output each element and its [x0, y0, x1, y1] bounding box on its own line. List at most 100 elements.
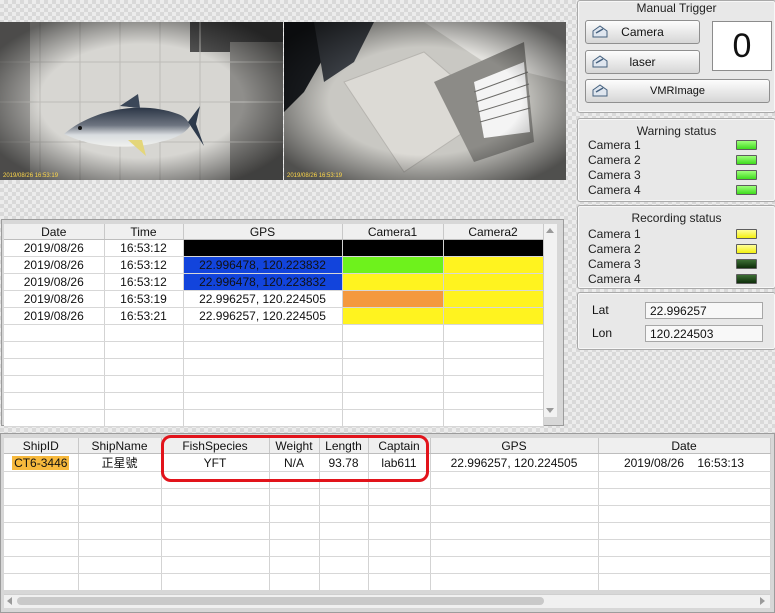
cell-time: 16:53:12 [104, 273, 184, 291]
recording-camera-4-indicator [736, 274, 757, 284]
header-weight[interactable]: Weight [269, 438, 320, 454]
header-shipname[interactable]: ShipName [78, 438, 162, 454]
event-table-header: Date Time GPS Camera1 Camera2 [4, 224, 544, 240]
header-date[interactable]: Date [598, 438, 771, 454]
laser-trigger-button[interactable]: laser [585, 50, 700, 74]
recording-status-panel: Recording status Camera 1 Camera 2 Camer… [577, 205, 775, 289]
lat-field[interactable]: 22.996257 [645, 302, 763, 319]
table-row[interactable] [4, 539, 771, 557]
catch-table: ShipID ShipName FishSpecies Weight Lengt… [4, 438, 771, 591]
header-gps[interactable]: GPS [183, 224, 343, 240]
cell-shipname: 正星號 [78, 453, 162, 472]
recording-camera-3-label: Camera 3 [588, 257, 641, 271]
recording-status-title: Recording status [631, 211, 722, 225]
cell-camera2-status [443, 256, 544, 274]
scroll-right-icon[interactable] [760, 597, 765, 605]
cell-camera2-status [443, 290, 544, 308]
recording-camera-3-indicator [736, 259, 757, 269]
camera-1-view: 2019/08/26 16:53:19 [0, 22, 283, 180]
shipid-value: CT6-3446 [12, 455, 70, 470]
recording-camera-1-label: Camera 1 [588, 227, 641, 241]
cell-gps: 22.996478, 120.223832 [183, 256, 343, 274]
manual-trigger-title: Manual Trigger [636, 1, 717, 15]
table-row[interactable] [4, 375, 544, 393]
table-row[interactable]: 2019/08/26 16:53:12 22.996478, 120.22383… [4, 256, 544, 274]
cell-fishspecies: YFT [161, 453, 270, 472]
header-time[interactable]: Time [104, 224, 184, 240]
recording-camera-2-indicator [736, 244, 757, 254]
warning-camera-1-label: Camera 1 [588, 138, 641, 152]
warning-camera-3-label: Camera 3 [588, 168, 641, 182]
warning-camera-1-indicator [736, 140, 757, 150]
warning-camera-4-label: Camera 4 [588, 183, 641, 197]
warning-camera-2-indicator [736, 155, 757, 165]
recording-camera-2-label: Camera 2 [588, 242, 641, 256]
camera-2-image [284, 22, 566, 180]
cell-camera2-status [443, 273, 544, 291]
header-gps[interactable]: GPS [430, 438, 599, 454]
lat-label: Lat [592, 303, 609, 317]
hand-pointer-icon [592, 55, 608, 68]
camera-1-image [0, 22, 283, 180]
camera-2-view: 2019/08/26 16:53:19 [284, 22, 566, 180]
cell-date: 2019/08/26 16:53:13 [598, 453, 771, 472]
catch-table-header: ShipID ShipName FishSpecies Weight Lengt… [4, 438, 771, 454]
recording-camera-1-indicator [736, 229, 757, 239]
cell-date: 2019/08/26 [4, 239, 105, 257]
header-camera2[interactable]: Camera2 [443, 224, 544, 240]
cell-gps: 22.996257, 120.224505 [430, 453, 599, 472]
table-row[interactable]: 2019/08/26 16:53:12 [4, 239, 544, 257]
laser-trigger-label: laser [629, 55, 656, 69]
cell-camera2-status [443, 307, 544, 325]
cell-date: 2019/08/26 [4, 273, 105, 291]
table-row[interactable]: 2019/08/26 16:53:21 22.996257, 120.22450… [4, 307, 544, 325]
event-table-vertical-scrollbar[interactable] [543, 224, 557, 417]
vmrimage-button[interactable]: VMRImage [585, 79, 770, 103]
table-row[interactable] [4, 556, 771, 574]
header-captain[interactable]: Captain [368, 438, 431, 454]
table-row[interactable] [4, 341, 544, 359]
table-row[interactable] [4, 471, 771, 489]
table-row[interactable] [4, 522, 771, 540]
cell-camera1-status [342, 256, 444, 274]
camera-1-timestamp: 2019/08/26 16:53:19 [3, 173, 59, 179]
table-row[interactable]: 2019/08/26 16:53:12 22.996478, 120.22383… [4, 273, 544, 291]
table-row[interactable]: CT6-3446 正星號 YFT N/A 93.78 lab611 22.996… [4, 453, 771, 472]
trigger-counter: 0 [712, 21, 772, 71]
table-row[interactable] [4, 573, 771, 591]
table-row[interactable]: 2019/08/26 16:53:19 22.996257, 120.22450… [4, 290, 544, 308]
warning-camera-3-indicator [736, 170, 757, 180]
cell-time: 16:53:12 [104, 256, 184, 274]
header-fishspecies[interactable]: FishSpecies [161, 438, 270, 454]
table-row[interactable] [4, 505, 771, 523]
location-panel: Lat 22.996257 Lon 120.224503 [577, 292, 775, 350]
catch-table-horizontal-scrollbar[interactable] [4, 594, 770, 608]
table-row[interactable] [4, 358, 544, 376]
cell-camera1-status [342, 239, 444, 257]
table-row[interactable] [4, 488, 771, 506]
cell-camera1-status [342, 307, 444, 325]
header-date[interactable]: Date [4, 224, 105, 240]
scroll-left-icon[interactable] [7, 597, 12, 605]
camera-trigger-button[interactable]: Camera [585, 20, 700, 44]
cell-date: 2019/08/26 [4, 256, 105, 274]
cell-gps [183, 239, 343, 257]
cell-gps: 22.996478, 120.223832 [183, 273, 343, 291]
header-shipid[interactable]: ShipID [4, 438, 79, 454]
table-row[interactable] [4, 409, 544, 427]
hand-pointer-icon [592, 25, 608, 38]
lon-field[interactable]: 120.224503 [645, 325, 763, 342]
table-row[interactable] [4, 324, 544, 342]
cell-gps: 22.996257, 120.224505 [183, 290, 343, 308]
header-camera1[interactable]: Camera1 [342, 224, 444, 240]
scroll-thumb[interactable] [17, 597, 544, 605]
recording-camera-4-label: Camera 4 [588, 272, 641, 286]
header-length[interactable]: Length [319, 438, 369, 454]
scroll-up-icon[interactable] [546, 228, 554, 233]
camera-trigger-label: Camera [621, 25, 664, 39]
table-row[interactable] [4, 392, 544, 410]
vmrimage-label: VMRImage [649, 85, 706, 97]
cell-date: 2019/08/26 [4, 290, 105, 308]
cell-camera1-status [342, 273, 444, 291]
scroll-down-icon[interactable] [546, 408, 554, 413]
